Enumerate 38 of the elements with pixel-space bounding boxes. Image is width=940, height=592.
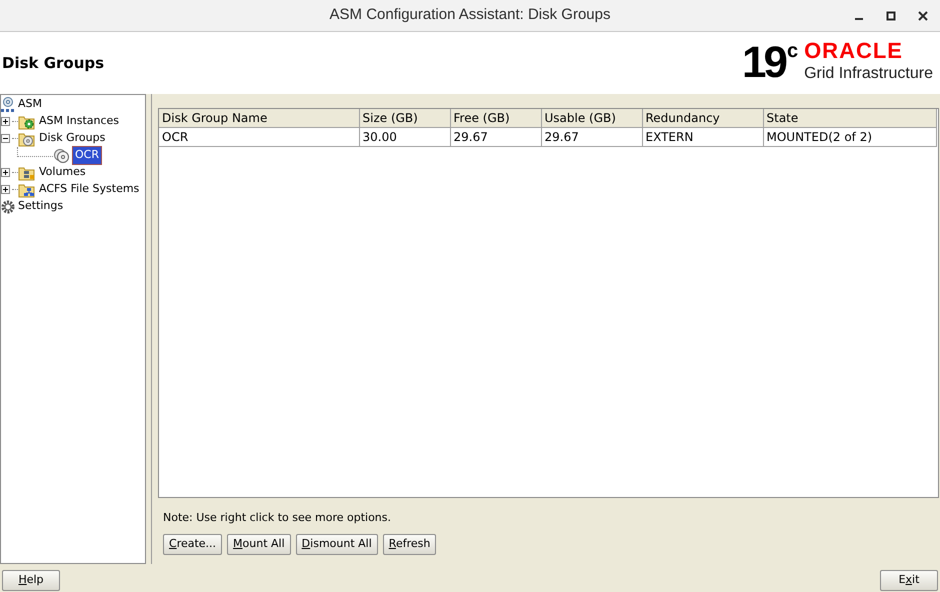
close-icon[interactable] bbox=[918, 10, 928, 20]
action-button[interactable]: Dismount All bbox=[296, 534, 378, 554]
footer-button[interactable]: Help bbox=[2, 570, 60, 591]
tree-item[interactable]: Settings bbox=[17, 198, 64, 215]
column-header[interactable]: Redundancy bbox=[642, 109, 763, 128]
table-cell: EXTERN bbox=[642, 128, 763, 146]
footer-button[interactable]: Exit bbox=[880, 570, 938, 591]
disk-icon bbox=[53, 148, 71, 164]
folder-volume-icon bbox=[18, 164, 36, 180]
column-header[interactable]: Usable (GB) bbox=[541, 109, 642, 128]
action-button[interactable]: Refresh bbox=[382, 534, 436, 554]
window-title: ASM Configuration Assistant: Disk Groups bbox=[330, 5, 610, 26]
column-header[interactable]: Free (GB) bbox=[450, 109, 541, 128]
action-button[interactable]: Create... bbox=[163, 534, 222, 554]
table-cell: 30.00 bbox=[359, 128, 450, 146]
folder-gear-icon bbox=[18, 114, 36, 130]
tree-item[interactable]: ASM Instances bbox=[38, 113, 120, 130]
collapse-icon[interactable] bbox=[1, 134, 10, 143]
column-header[interactable]: State bbox=[763, 109, 936, 128]
tree-item[interactable]: OCR bbox=[73, 147, 101, 164]
column-header[interactable]: Disk Group Name bbox=[159, 109, 359, 128]
expand-icon[interactable] bbox=[1, 168, 10, 177]
tree-item[interactable]: ACFS File Systems bbox=[38, 181, 140, 198]
tree-item[interactable]: Volumes bbox=[38, 164, 87, 181]
maximize-icon[interactable] bbox=[886, 10, 896, 20]
table-cell: MOUNTED(2 of 2) bbox=[763, 128, 936, 146]
action-button[interactable]: Mount All bbox=[227, 534, 291, 554]
table-cell: 29.67 bbox=[541, 128, 642, 146]
tree-item[interactable]: ASM bbox=[17, 96, 43, 113]
table-cell: OCR bbox=[159, 128, 359, 146]
expand-icon[interactable] bbox=[1, 185, 10, 194]
tree-item[interactable]: Disk Groups bbox=[38, 130, 106, 147]
folder-network-icon bbox=[18, 182, 36, 198]
table-cell: 29.67 bbox=[450, 128, 541, 146]
note-text: Note: Use right click to see more options. bbox=[163, 510, 392, 526]
page-title: Disk Groups bbox=[2, 52, 104, 74]
column-header[interactable]: Size (GB) bbox=[359, 109, 450, 128]
expand-icon[interactable] bbox=[1, 117, 10, 126]
